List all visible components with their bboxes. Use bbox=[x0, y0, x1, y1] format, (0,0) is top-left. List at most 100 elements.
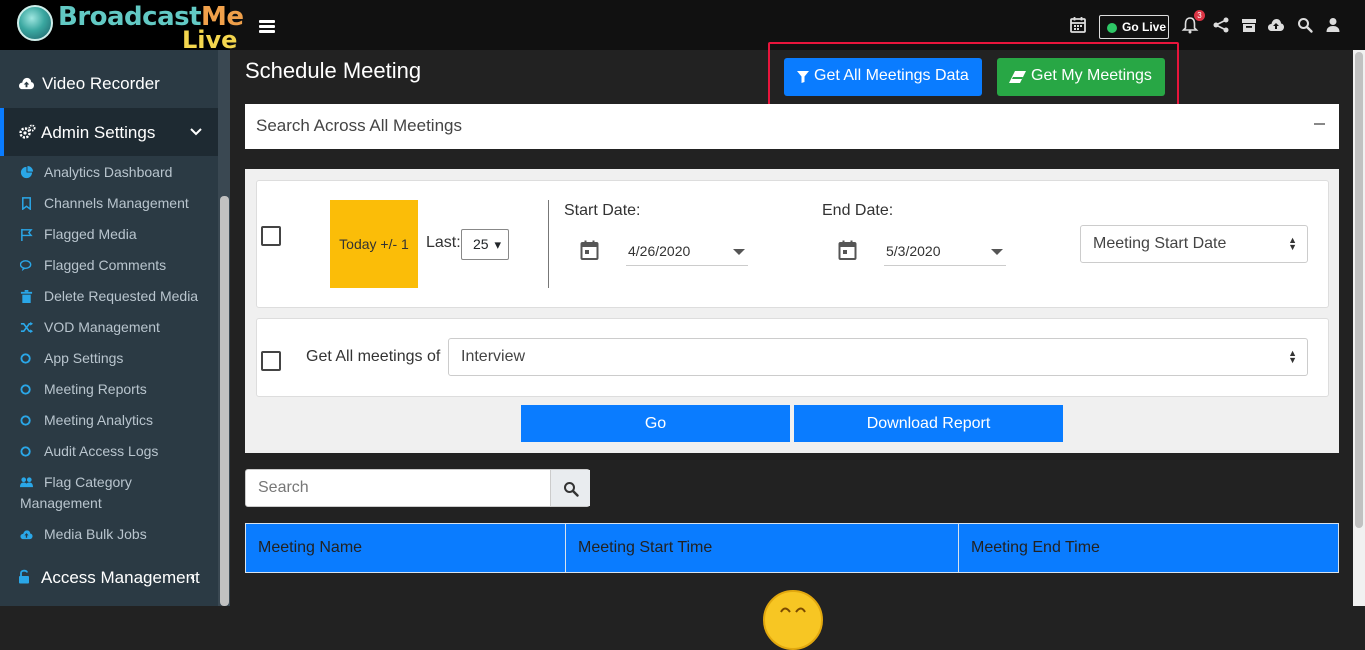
date-filter-checkbox[interactable] bbox=[261, 226, 281, 246]
column-header-meeting-end-time[interactable]: Meeting End Time bbox=[959, 524, 1338, 572]
empty-state-emoji-icon bbox=[763, 590, 823, 650]
sidebar-item-label: Analytics Dashboard bbox=[44, 164, 173, 180]
today-button[interactable]: Today +/- 1 bbox=[330, 200, 418, 288]
button-label: Get All Meetings Data bbox=[814, 67, 969, 84]
meeting-type-checkbox[interactable] bbox=[261, 351, 281, 371]
sidebar-item-label: Admin Settings bbox=[41, 123, 156, 142]
cloud-upload-icon bbox=[20, 530, 33, 540]
search-icon[interactable] bbox=[1296, 16, 1314, 34]
sidebar-item-label-line2: Management bbox=[20, 495, 102, 511]
sidebar-item-label: Delete Requested Media bbox=[44, 288, 199, 304]
sidebar-item-label: Access Management bbox=[41, 568, 200, 587]
sidebar-item-channels-management[interactable]: Channels Management bbox=[20, 188, 218, 219]
sidebar-item-label: VOD Management bbox=[44, 319, 160, 335]
sidebar-item-vod-management[interactable]: VOD Management bbox=[20, 312, 218, 343]
comments-icon bbox=[20, 260, 32, 272]
search-icon bbox=[564, 482, 579, 497]
sidebar-item-label: Flagged Comments bbox=[44, 257, 167, 273]
button-label: Get My Meetings bbox=[1031, 67, 1152, 84]
sidebar-item-label: Flagged Media bbox=[44, 226, 137, 242]
sidebar-item-label: Audit Access Logs bbox=[44, 443, 159, 459]
last-label: Last: bbox=[426, 234, 461, 251]
cogs-icon bbox=[19, 124, 36, 139]
page-title: Schedule Meeting bbox=[245, 58, 422, 83]
trash-icon bbox=[20, 290, 33, 303]
eraser-icon bbox=[1009, 71, 1026, 83]
select-value: Meeting Start Date bbox=[1093, 235, 1227, 252]
column-header-meeting-name[interactable]: Meeting Name bbox=[246, 524, 566, 572]
chevron-left-icon: ‹ bbox=[190, 567, 196, 586]
sidebar-item-flag-category-management[interactable]: Flag Category Management bbox=[20, 467, 218, 515]
search-button[interactable] bbox=[550, 470, 590, 506]
last-count-select[interactable]: 25 bbox=[461, 229, 509, 260]
cloud-upload-icon[interactable] bbox=[1267, 16, 1285, 34]
table-search bbox=[245, 469, 590, 507]
select-value: Interview bbox=[461, 348, 526, 365]
start-date-field[interactable]: 4/26/2020 bbox=[626, 236, 748, 266]
cloud-upload-icon bbox=[19, 77, 34, 90]
sidebar-item-app-settings[interactable]: App Settings bbox=[20, 343, 218, 374]
sidebar-item-video-recorder[interactable]: Video Recorder bbox=[0, 50, 218, 108]
calendar-icon[interactable] bbox=[838, 240, 857, 261]
sidebar-item-meeting-analytics[interactable]: Meeting Analytics bbox=[20, 405, 218, 436]
app-logo[interactable]: BroadcastMe Live bbox=[0, 0, 244, 54]
sidebar-item-delete-requested-media[interactable]: Delete Requested Media bbox=[20, 281, 218, 312]
chevron-down-icon bbox=[190, 128, 202, 136]
sort-by-select[interactable]: Meeting Start Date ▲ ▼ bbox=[1080, 225, 1308, 263]
end-date-label: End Date: bbox=[822, 202, 894, 219]
meeting-type-select[interactable]: Interview ▲ ▼ bbox=[448, 338, 1308, 376]
sidebar-item-flagged-comments[interactable]: Flagged Comments bbox=[20, 250, 218, 281]
select-arrows-icon: ▲ ▼ bbox=[1288, 235, 1297, 252]
user-icon[interactable] bbox=[1324, 16, 1342, 34]
select-arrows-icon: ▲ ▼ bbox=[1288, 348, 1297, 365]
pie-chart-icon bbox=[20, 166, 33, 179]
sidebar-item-audit-access-logs[interactable]: Audit Access Logs bbox=[20, 436, 218, 467]
sidebar-item-label: App Settings bbox=[44, 350, 124, 366]
end-date-field[interactable]: 5/3/2020 bbox=[884, 236, 1006, 266]
calendar-icon[interactable] bbox=[1069, 16, 1087, 34]
search-across-panel[interactable]: Search Across All Meetings bbox=[245, 104, 1339, 149]
collapse-icon[interactable] bbox=[1314, 123, 1325, 125]
notification-badge: 3 bbox=[1194, 10, 1205, 21]
sidebar-item-label: Media Bulk Jobs bbox=[44, 526, 147, 542]
panel-title: Search Across All Meetings bbox=[256, 116, 462, 135]
circle-icon bbox=[20, 384, 31, 395]
sidebar-item-media-bulk-jobs[interactable]: Media Bulk Jobs bbox=[20, 519, 218, 550]
sidebar-item-label: Video Recorder bbox=[42, 74, 160, 93]
meetings-table-header: Meeting Name Meeting Start Time Meeting … bbox=[245, 523, 1339, 573]
hamburger-menu-icon[interactable] bbox=[259, 20, 275, 34]
circle-icon bbox=[20, 415, 31, 426]
page-scrollbar[interactable] bbox=[1353, 50, 1365, 606]
unlock-icon bbox=[19, 569, 29, 584]
circle-icon bbox=[20, 446, 31, 457]
sidebar-item-label: Meeting Analytics bbox=[44, 412, 153, 428]
archive-icon[interactable] bbox=[1240, 16, 1258, 34]
go-button[interactable]: Go bbox=[521, 405, 790, 442]
sidebar-item-analytics-dashboard[interactable]: Analytics Dashboard bbox=[20, 157, 218, 188]
circle-icon bbox=[20, 353, 31, 364]
get-my-meetings-button[interactable]: Get My Meetings bbox=[997, 58, 1165, 96]
calendar-icon[interactable] bbox=[580, 240, 599, 261]
flag-icon bbox=[21, 228, 33, 241]
globe-logo-icon bbox=[17, 5, 53, 41]
search-input[interactable] bbox=[246, 470, 550, 506]
page-scrollbar-thumb[interactable] bbox=[1355, 52, 1363, 528]
share-icon[interactable] bbox=[1212, 16, 1230, 34]
sidebar-item-meeting-reports[interactable]: Meeting Reports bbox=[20, 374, 218, 405]
go-live-button[interactable]: Go Live bbox=[1099, 15, 1169, 39]
shuffle-icon bbox=[20, 321, 33, 334]
bookmark-icon bbox=[22, 197, 31, 210]
sidebar-item-access-management[interactable]: Access Management ‹ bbox=[0, 554, 218, 600]
download-report-button[interactable]: Download Report bbox=[794, 405, 1063, 442]
column-header-meeting-start-time[interactable]: Meeting Start Time bbox=[566, 524, 959, 572]
sidebar-item-label: Meeting Reports bbox=[44, 381, 147, 397]
start-date-label: Start Date: bbox=[564, 202, 641, 219]
sidebar-scrollbar-thumb[interactable] bbox=[220, 196, 229, 606]
sidebar-item-flagged-media[interactable]: Flagged Media bbox=[20, 219, 218, 250]
get-all-meetings-data-button[interactable]: Get All Meetings Data bbox=[784, 58, 982, 96]
filter-icon bbox=[797, 71, 809, 83]
sidebar-item-admin-settings[interactable]: Admin Settings bbox=[0, 108, 218, 156]
sidebar: Video Recorder Admin Settings Analytics … bbox=[0, 50, 230, 606]
divider bbox=[548, 200, 549, 288]
sidebar-item-label: Channels Management bbox=[44, 195, 189, 211]
